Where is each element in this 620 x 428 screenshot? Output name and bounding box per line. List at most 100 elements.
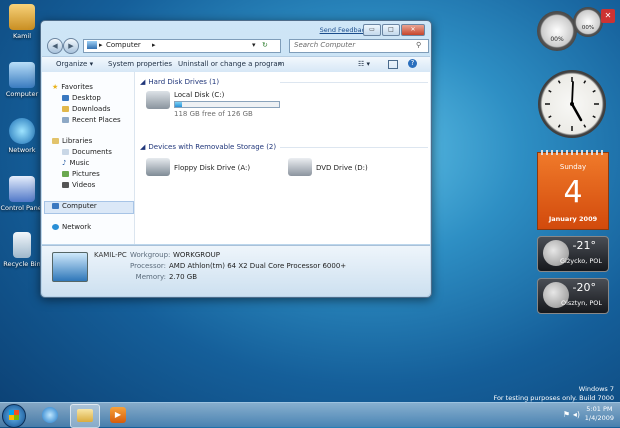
detail-value: 2.70 GB (169, 273, 198, 281)
close-button[interactable]: ✕ (401, 24, 425, 36)
desktop-icon-label: Control Panel (0, 204, 44, 212)
nav-item-network[interactable]: Network (52, 223, 91, 231)
drive-name: DVD Drive (D:) (316, 164, 368, 172)
computer-small-icon (87, 41, 97, 49)
downloads-icon (62, 106, 69, 112)
forward-button[interactable]: ▶ (63, 38, 79, 54)
search-icon[interactable]: ⚲ (416, 41, 421, 49)
group-header-removable[interactable]: ◢ Devices with Removable Storage (2) (140, 143, 428, 151)
taskbar-explorer-button[interactable] (70, 404, 100, 428)
nav-label: Recent Places (72, 116, 121, 124)
drive-local-disk[interactable]: Local Disk (C:) 118 GB free of 126 GB (146, 91, 280, 118)
calendar-gadget[interactable]: Sunday 4 January 2009 (537, 150, 609, 230)
pictures-icon (62, 171, 69, 177)
nav-item-favorites[interactable]: ★ Favorites (52, 83, 93, 91)
address-sep-icon: ▸ (152, 41, 156, 49)
organize-button[interactable]: Organize ▾ (56, 60, 93, 68)
drive-name: Floppy Disk Drive (A:) (174, 164, 251, 172)
group-divider (280, 147, 428, 148)
pc-name: KAMIL-PC (94, 251, 127, 259)
send-feedback-link[interactable]: Send Feedback (320, 26, 369, 34)
cpu-meter-gadget[interactable]: 00% 00% ✕ (537, 5, 617, 53)
more-commands-button[interactable]: » (278, 60, 282, 68)
help-icon[interactable]: ? (408, 59, 417, 68)
libraries-icon (52, 138, 59, 144)
clock-gadget[interactable] (538, 70, 606, 138)
group-header-hdd[interactable]: ◢ Hard Disk Drives (1) (140, 78, 428, 86)
weather-gadget-2[interactable]: -20° Olsztyn, POL (537, 278, 609, 314)
desktop-icon-recycle-bin[interactable]: Recycle Bin (0, 232, 44, 268)
desktop-icon-computer[interactable]: Computer (0, 62, 44, 98)
drive-dvd[interactable]: DVD Drive (D:) (288, 158, 368, 176)
desktop-icon (62, 95, 69, 101)
tray-date: 1/4/2009 (584, 414, 614, 422)
taskbar-media-player-button[interactable]: ▶ (104, 404, 132, 426)
preview-pane-icon[interactable] (388, 60, 398, 69)
floppy-drive-icon (146, 158, 170, 176)
control-panel-icon (9, 176, 35, 202)
tray-volume-icon[interactable]: ◂) (573, 410, 580, 419)
address-crumb-computer[interactable]: Computer (106, 41, 141, 49)
details-row-workgroup: KAMIL-PC Workgroup: WORKGROUP (94, 251, 220, 259)
back-button[interactable]: ◀ (47, 38, 63, 54)
group-divider (280, 82, 428, 83)
recent-places-icon (62, 117, 69, 123)
dvd-drive-icon (288, 158, 312, 176)
address-row: ◀ ▶ ▸ Computer ▸ ▾ ↻ Search Computer ⚲ (45, 38, 429, 54)
nav-item-music[interactable]: ♪ Music (62, 159, 89, 167)
calendar-weekday: Sunday (559, 163, 587, 171)
nav-item-pictures[interactable]: Pictures (62, 170, 100, 178)
desktop-icon-user[interactable]: Kamil (0, 4, 44, 40)
window-controls: ▭ □ ✕ (363, 24, 425, 36)
refresh-icon[interactable]: ↻ (262, 41, 268, 49)
system-properties-button[interactable]: System properties (108, 60, 172, 68)
nav-item-documents[interactable]: Documents (62, 148, 112, 156)
cpu-dial: 00% (537, 11, 577, 51)
nav-item-downloads[interactable]: Downloads (62, 105, 110, 113)
watermark-os: Windows 7 (578, 385, 614, 393)
maximize-button[interactable]: □ (382, 24, 400, 36)
nav-item-desktop[interactable]: Desktop (62, 94, 101, 102)
desktop-icon-network[interactable]: Network (0, 118, 44, 154)
weather-gadget-1[interactable]: -21° Giżycko, POL (537, 236, 609, 272)
gadget-close-icon[interactable]: ✕ (601, 9, 615, 23)
recycle-bin-icon (13, 232, 31, 258)
music-icon: ♪ (62, 159, 67, 167)
desktop-icon-control-panel[interactable]: Control Panel (0, 176, 44, 212)
internet-explorer-icon (42, 407, 58, 423)
taskbar-ie-button[interactable] (36, 404, 64, 426)
windows-logo-icon (9, 410, 19, 420)
nav-label: Favorites (61, 83, 93, 91)
taskbar: ▶ ⚑ ◂) 5:01 PM 1/4/2009 (0, 402, 620, 428)
calendar-rings (541, 150, 605, 155)
desktop-icon-label: Computer (5, 90, 39, 98)
nav-item-computer[interactable]: Computer (52, 202, 97, 210)
nav-label: Libraries (62, 137, 93, 145)
start-button[interactable] (2, 404, 26, 428)
drive-floppy[interactable]: Floppy Disk Drive (A:) (146, 158, 250, 176)
computer-monitor-icon (52, 252, 88, 282)
weather-temperature: -21° (572, 239, 596, 252)
collapse-icon: ◢ (140, 78, 146, 86)
search-placeholder: Search Computer (294, 41, 356, 49)
minimize-button[interactable]: ▭ (363, 24, 381, 36)
nav-item-recent[interactable]: Recent Places (62, 116, 121, 124)
nav-label: Videos (72, 181, 96, 189)
uninstall-button[interactable]: Uninstall or change a program (178, 60, 285, 68)
group-label: Hard Disk Drives (1) (148, 78, 220, 86)
weather-city: Giżycko, POL (560, 257, 602, 265)
details-row-memory: Memory: 2.70 GB (94, 273, 197, 281)
hard-drive-icon (146, 91, 170, 109)
nav-item-videos[interactable]: Videos (62, 181, 95, 189)
explorer-window: Send Feedback ▭ □ ✕ ◀ ▶ ▸ Computer ▸ ▾ ↻… (40, 20, 432, 298)
views-icon[interactable]: ☷ ▾ (358, 60, 370, 68)
navigation-pane: ★ Favorites Desktop Downloads Recent Pla… (42, 72, 135, 244)
tray-network-icon[interactable]: ⚑ (563, 410, 570, 419)
nav-item-libraries[interactable]: Libraries (52, 137, 92, 145)
search-input[interactable]: Search Computer ⚲ (289, 39, 429, 53)
details-row-processor: Processor: AMD Athlon(tm) 64 X2 Dual Cor… (94, 262, 346, 270)
weather-temperature: -20° (572, 281, 596, 294)
address-dropdown-icon[interactable]: ▾ (252, 41, 256, 49)
address-bar[interactable]: ▸ Computer ▸ ▾ ↻ (83, 39, 281, 53)
tray-clock[interactable]: 5:01 PM 1/4/2009 (585, 405, 614, 423)
